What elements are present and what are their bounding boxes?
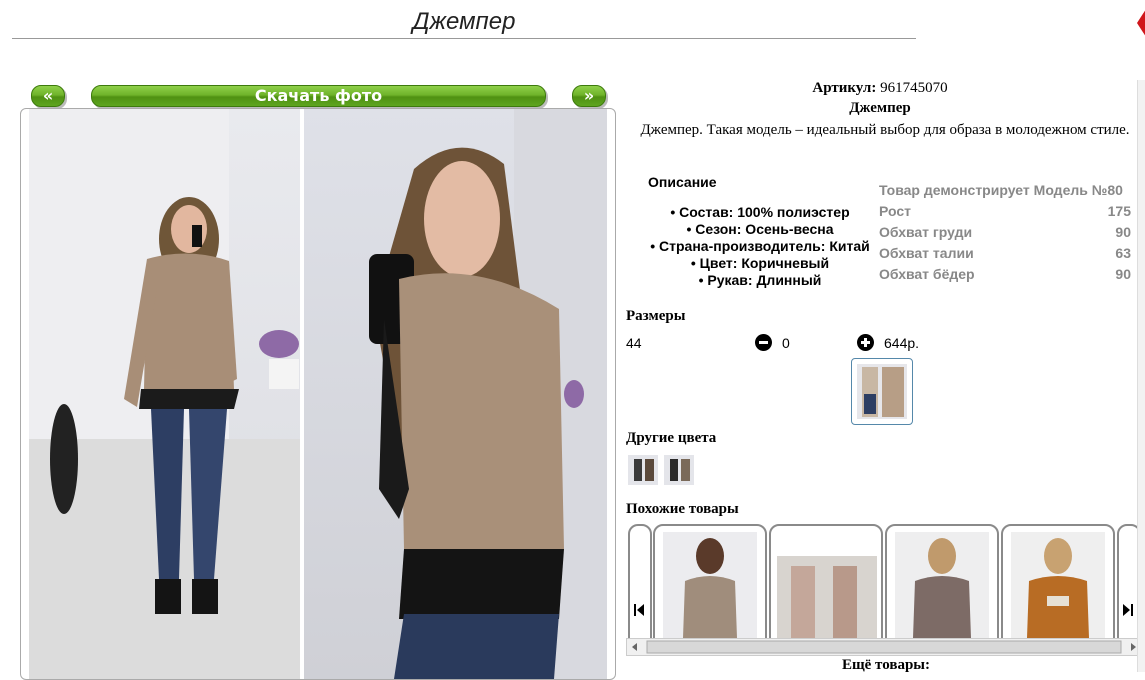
model-row-label: Обхват груди [879, 224, 973, 240]
next-photo-button[interactable]: » [572, 85, 606, 107]
model-row-value: 90 [1115, 266, 1131, 282]
detail-item: Сезон: Осень-весна [630, 221, 890, 238]
similar-products-carousel [626, 522, 1140, 652]
product-description: Джемпер. Такая модель – идеальный выбор … [640, 122, 1130, 138]
more-items-heading: Ещё товары: [841, 657, 931, 673]
model-row: Обхват талии 63 [879, 243, 1131, 264]
color-variant-thumbnail[interactable] [628, 455, 658, 485]
color-variant-thumbnail[interactable] [664, 455, 694, 485]
prev-arrow-icon [634, 604, 644, 616]
page-title: Джемпер [412, 8, 516, 35]
model-row-label: Обхват бёдер [879, 266, 975, 282]
model-row: Обхват бёдер 90 [879, 264, 1131, 285]
model-row-value: 63 [1115, 245, 1131, 261]
detail-item: Цвет: Коричневый [630, 255, 890, 272]
similar-product-card[interactable] [1001, 524, 1115, 652]
carousel-prev-button[interactable] [628, 524, 652, 652]
prev-photo-button[interactable]: « [31, 85, 65, 107]
model-row-label: Рост [879, 203, 911, 219]
similar-product-card[interactable] [885, 524, 999, 652]
article-value: 961745070 [880, 80, 948, 96]
model-row-value: 90 [1115, 224, 1131, 240]
title-divider [12, 38, 916, 39]
model-row-label: Обхват талии [879, 245, 974, 261]
size-thumbnail[interactable] [851, 358, 913, 425]
carousel-scrollbar[interactable] [626, 638, 1142, 656]
close-icon[interactable] [1134, 6, 1145, 40]
plus-icon[interactable] [857, 334, 874, 351]
model-row: Рост 175 [879, 201, 1131, 222]
model-title: Товар демонстрирует Модель №80 [879, 182, 1123, 198]
price: 644р. [884, 335, 920, 351]
model-measurements: Товар демонстрирует Модель №80 Рост 175 … [879, 180, 1131, 285]
product-photo-full-body[interactable] [29, 109, 300, 679]
details-heading: Описание [648, 174, 717, 190]
detail-item: Состав: 100% полиэстер [630, 204, 890, 221]
sizes-heading: Размеры [626, 308, 686, 324]
similar-product-card[interactable] [653, 524, 767, 652]
product-photo-frame [20, 108, 616, 680]
product-photo-closeup[interactable] [304, 109, 607, 679]
size-value: 44 [626, 335, 642, 351]
download-photo-button[interactable]: Скачать фото [91, 85, 546, 107]
product-name: Джемпер [849, 100, 911, 116]
article-label: Артикул: [812, 80, 877, 96]
article-line: Артикул: 961745070 [620, 80, 1140, 97]
similar-heading: Похожие товары [626, 501, 739, 517]
quantity-value: 0 [782, 335, 790, 351]
next-arrow-icon [1123, 604, 1133, 616]
other-colors-heading: Другие цвета [626, 430, 717, 446]
model-row: Обхват груди 90 [879, 222, 1131, 243]
minus-icon[interactable] [755, 334, 772, 351]
page-scrollbar[interactable] [1137, 80, 1145, 672]
detail-item: Страна-производитель: Китай [630, 238, 890, 255]
model-row-value: 175 [1107, 203, 1131, 219]
detail-item: Рукав: Длинный [630, 272, 890, 289]
details-list: Состав: 100% полиэстер Сезон: Осень-весн… [630, 204, 890, 289]
similar-product-card[interactable] [769, 524, 883, 652]
